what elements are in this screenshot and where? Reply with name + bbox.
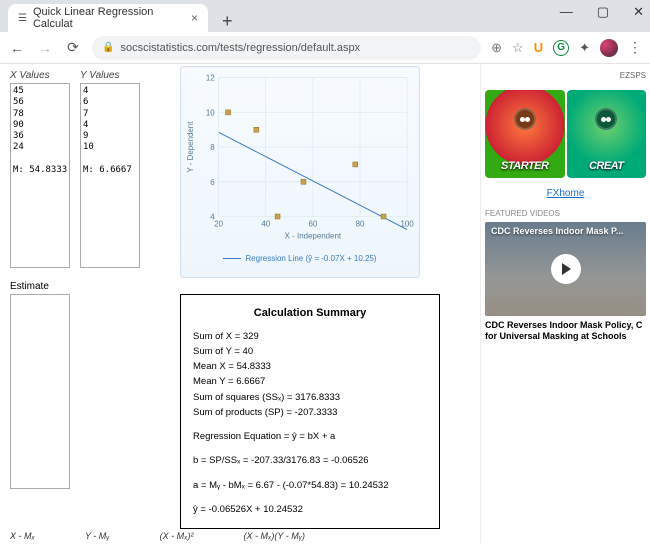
svg-text:40: 40 <box>261 219 270 228</box>
menu-button[interactable]: ⋮ <box>628 39 642 56</box>
minimize-button[interactable]: — <box>560 4 573 20</box>
summary-line: Sum of Y = 40 <box>193 345 427 359</box>
svg-text:X - Independent: X - Independent <box>285 231 342 240</box>
favicon-icon: ☰ <box>18 13 27 24</box>
summary-line: Sum of products (SP) = -207.3333 <box>193 406 427 420</box>
b-line: b = SP/SSₓ = -207.33/3176.83 = -0.06526 <box>193 454 427 468</box>
svg-text:Y - Dependent: Y - Dependent <box>186 121 195 173</box>
sidebar-ads: EZSPS STARTER CREAT FXhome FEATURED VIDE… <box>480 64 650 543</box>
estimate-label: Estimate <box>10 281 70 292</box>
reload-button[interactable]: ⟳ <box>64 39 82 56</box>
x-values-header: X Values <box>10 70 70 81</box>
legend-line-icon <box>223 258 241 259</box>
page-main: X Values Estimate Y Values 4681012204060… <box>0 64 480 543</box>
tab-title: Quick Linear Regression Calculat <box>33 6 177 30</box>
profile-avatar[interactable] <box>600 39 618 57</box>
address-bar[interactable]: 🔒 socscistatistics.com/tests/regression/… <box>92 36 481 60</box>
maximize-button[interactable]: ▢ <box>597 4 609 20</box>
extension-u-icon[interactable]: U <box>534 40 543 55</box>
video-overlay-title: CDC Reverses Indoor Mask P... <box>491 226 640 236</box>
chart-legend: Regression Line (ŷ = -0.07X + 10.25) <box>181 252 419 265</box>
x-values-input[interactable] <box>10 83 70 268</box>
tab-strip: ☰ Quick Linear Regression Calculat × + <box>0 0 650 32</box>
browser-tab[interactable]: ☰ Quick Linear Regression Calculat × <box>8 4 208 32</box>
fxhome-link[interactable]: FXhome <box>485 188 646 199</box>
extension-g-icon[interactable]: G <box>553 40 569 56</box>
video-caption: CDC Reverses Indoor Mask Policy, C for U… <box>485 320 646 342</box>
ad-mascot-creator[interactable]: CREAT <box>567 90 647 178</box>
calculation-summary: Calculation Summary Sum of X = 329Sum of… <box>180 294 440 529</box>
result-table-headers: X - Mₓ Y - Mᵧ (X - Mₓ)² (X - Mₓ)(Y - Mᵧ) <box>10 531 305 541</box>
summary-heading: Calculation Summary <box>193 305 427 322</box>
svg-text:6: 6 <box>210 178 215 187</box>
forward-button[interactable]: → <box>36 40 54 56</box>
svg-text:60: 60 <box>308 219 317 228</box>
featured-video[interactable]: CDC Reverses Indoor Mask P... <box>485 222 646 316</box>
a-line: a = Mᵧ - bMₓ = 6.67 - (-0.07*54.83) = 10… <box>193 479 427 493</box>
summary-line: Sum of squares (SSₓ) = 3176.8333 <box>193 391 427 405</box>
col-x-minus-mx-sq: (X - Mₓ)² <box>160 531 194 541</box>
col-xy-product: (X - Mₓ)(Y - Mᵧ) <box>244 531 306 541</box>
estimate-input[interactable] <box>10 294 70 489</box>
summary-line: Mean Y = 6.6667 <box>193 375 427 389</box>
y-values-input[interactable] <box>80 83 140 268</box>
svg-text:80: 80 <box>356 219 365 228</box>
url-text: socscistatistics.com/tests/regression/de… <box>120 42 360 54</box>
regression-chart: 468101220406080100X - IndependentY - Dep… <box>180 66 420 278</box>
extensions-icon[interactable]: ✦ <box>579 40 590 56</box>
col-y-minus-my: Y - Mᵧ <box>85 531 110 541</box>
svg-text:20: 20 <box>214 219 223 228</box>
bookmark-icon[interactable]: ☆ <box>512 40 524 56</box>
back-button[interactable]: ← <box>8 40 26 56</box>
featured-videos-label: FEATURED VIDEOS <box>485 209 646 218</box>
toolbar-actions: ⊕ ☆ U G ✦ ⋮ <box>491 39 642 57</box>
summary-line: Mean X = 54.8333 <box>193 360 427 374</box>
summary-line: Sum of X = 329 <box>193 330 427 344</box>
play-icon[interactable] <box>551 254 581 284</box>
regression-eq-label: Regression Equation = ŷ = bX + a <box>193 430 427 444</box>
search-engine-icon[interactable]: ⊕ <box>491 40 502 56</box>
close-window-button[interactable]: ✕ <box>633 4 644 20</box>
svg-text:10: 10 <box>206 108 215 117</box>
svg-text:8: 8 <box>210 143 215 152</box>
lock-icon: 🔒 <box>102 42 114 53</box>
svg-text:12: 12 <box>206 74 215 83</box>
ad-mascot-starter-label: STARTER <box>485 160 565 172</box>
new-tab-button[interactable]: + <box>212 11 243 32</box>
col-x-minus-mx: X - Mₓ <box>10 531 35 541</box>
ad-topright: EZSPS <box>485 66 646 84</box>
toolbar: ← → ⟳ 🔒 socscistatistics.com/tests/regre… <box>0 32 650 64</box>
ad-mascot-creator-label: CREAT <box>567 160 647 172</box>
legend-label: Regression Line (ŷ = -0.07X + 10.25) <box>245 254 376 263</box>
yhat-line: ŷ = -0.06526X + 10.24532 <box>193 503 427 517</box>
close-tab-icon[interactable]: × <box>191 11 198 25</box>
y-values-header: Y Values <box>80 70 140 81</box>
ad-mascot-starter[interactable]: STARTER <box>485 90 565 178</box>
